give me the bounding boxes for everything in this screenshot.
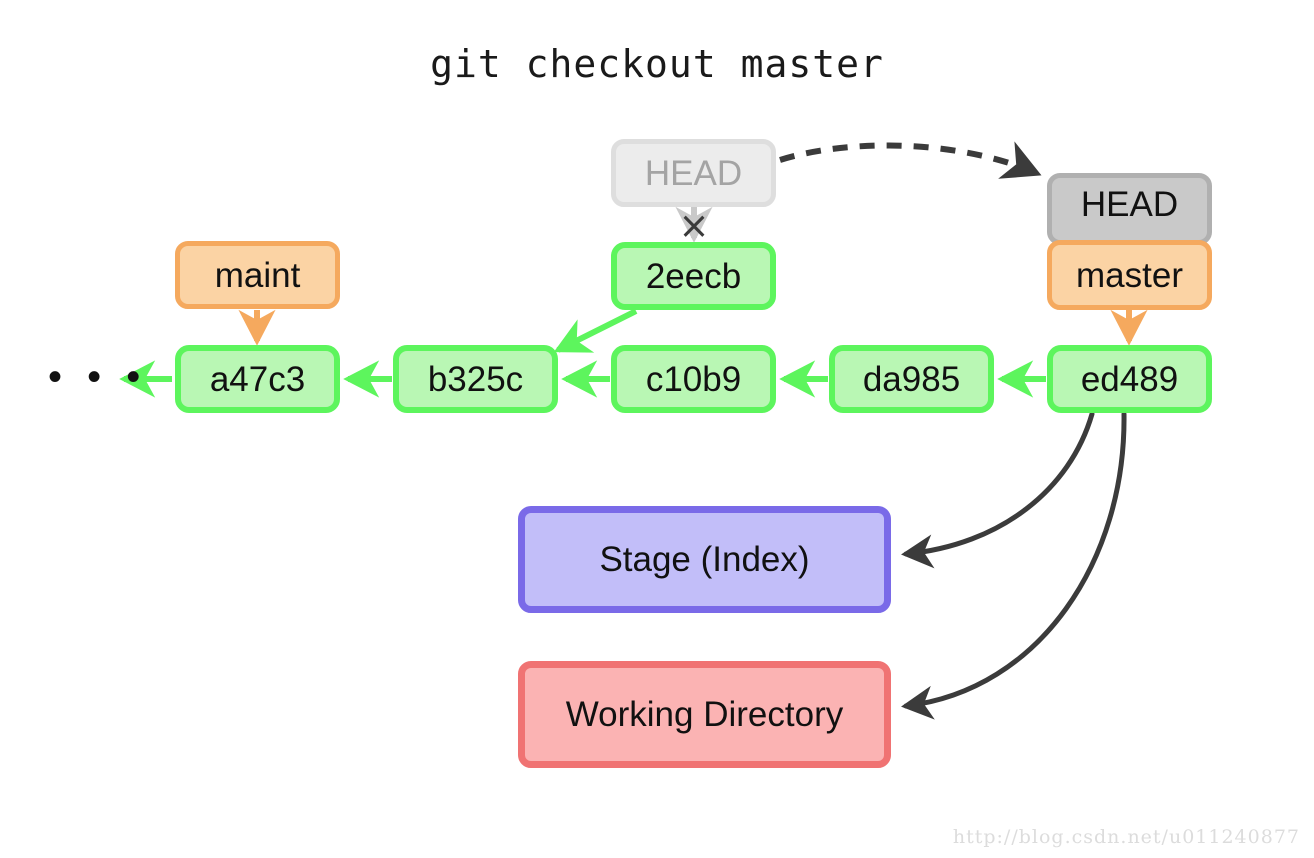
head-ref-old-faded: HEAD [611, 139, 776, 207]
cancel-x-icon: × [678, 204, 710, 247]
arrow-head-move-dashed [779, 141, 1042, 179]
arrow-ed489-to-stage [901, 411, 1095, 569]
working-directory-box[interactable]: Working Directory [518, 661, 891, 768]
ellipsis-more-commits: • • • [48, 355, 148, 399]
arrow-ed489-to-working-directory [901, 411, 1127, 720]
commit-node-ed489[interactable]: ed489 [1047, 345, 1212, 413]
branch-ref-maint[interactable]: maint [175, 241, 340, 309]
commit-node-b325c[interactable]: b325c [393, 345, 558, 413]
branch-ref-master[interactable]: master [1047, 240, 1212, 310]
git-diagram-canvas: git checkout master • • • a47c3 b325c c1… [0, 0, 1314, 858]
commit-node-c10b9[interactable]: c10b9 [611, 345, 776, 413]
commit-node-da985[interactable]: da985 [829, 345, 994, 413]
page-title: git checkout master [430, 42, 884, 86]
head-ref-new-label: HEAD [1080, 184, 1179, 224]
head-ref-new[interactable]: HEAD [1047, 173, 1212, 245]
watermark-text: http://blog.csdn.net/u011240877 [952, 826, 1300, 848]
commit-node-a47c3[interactable]: a47c3 [175, 345, 340, 413]
commit-node-2eecb[interactable]: 2eecb [611, 242, 776, 310]
stage-index-box[interactable]: Stage (Index) [518, 506, 891, 613]
